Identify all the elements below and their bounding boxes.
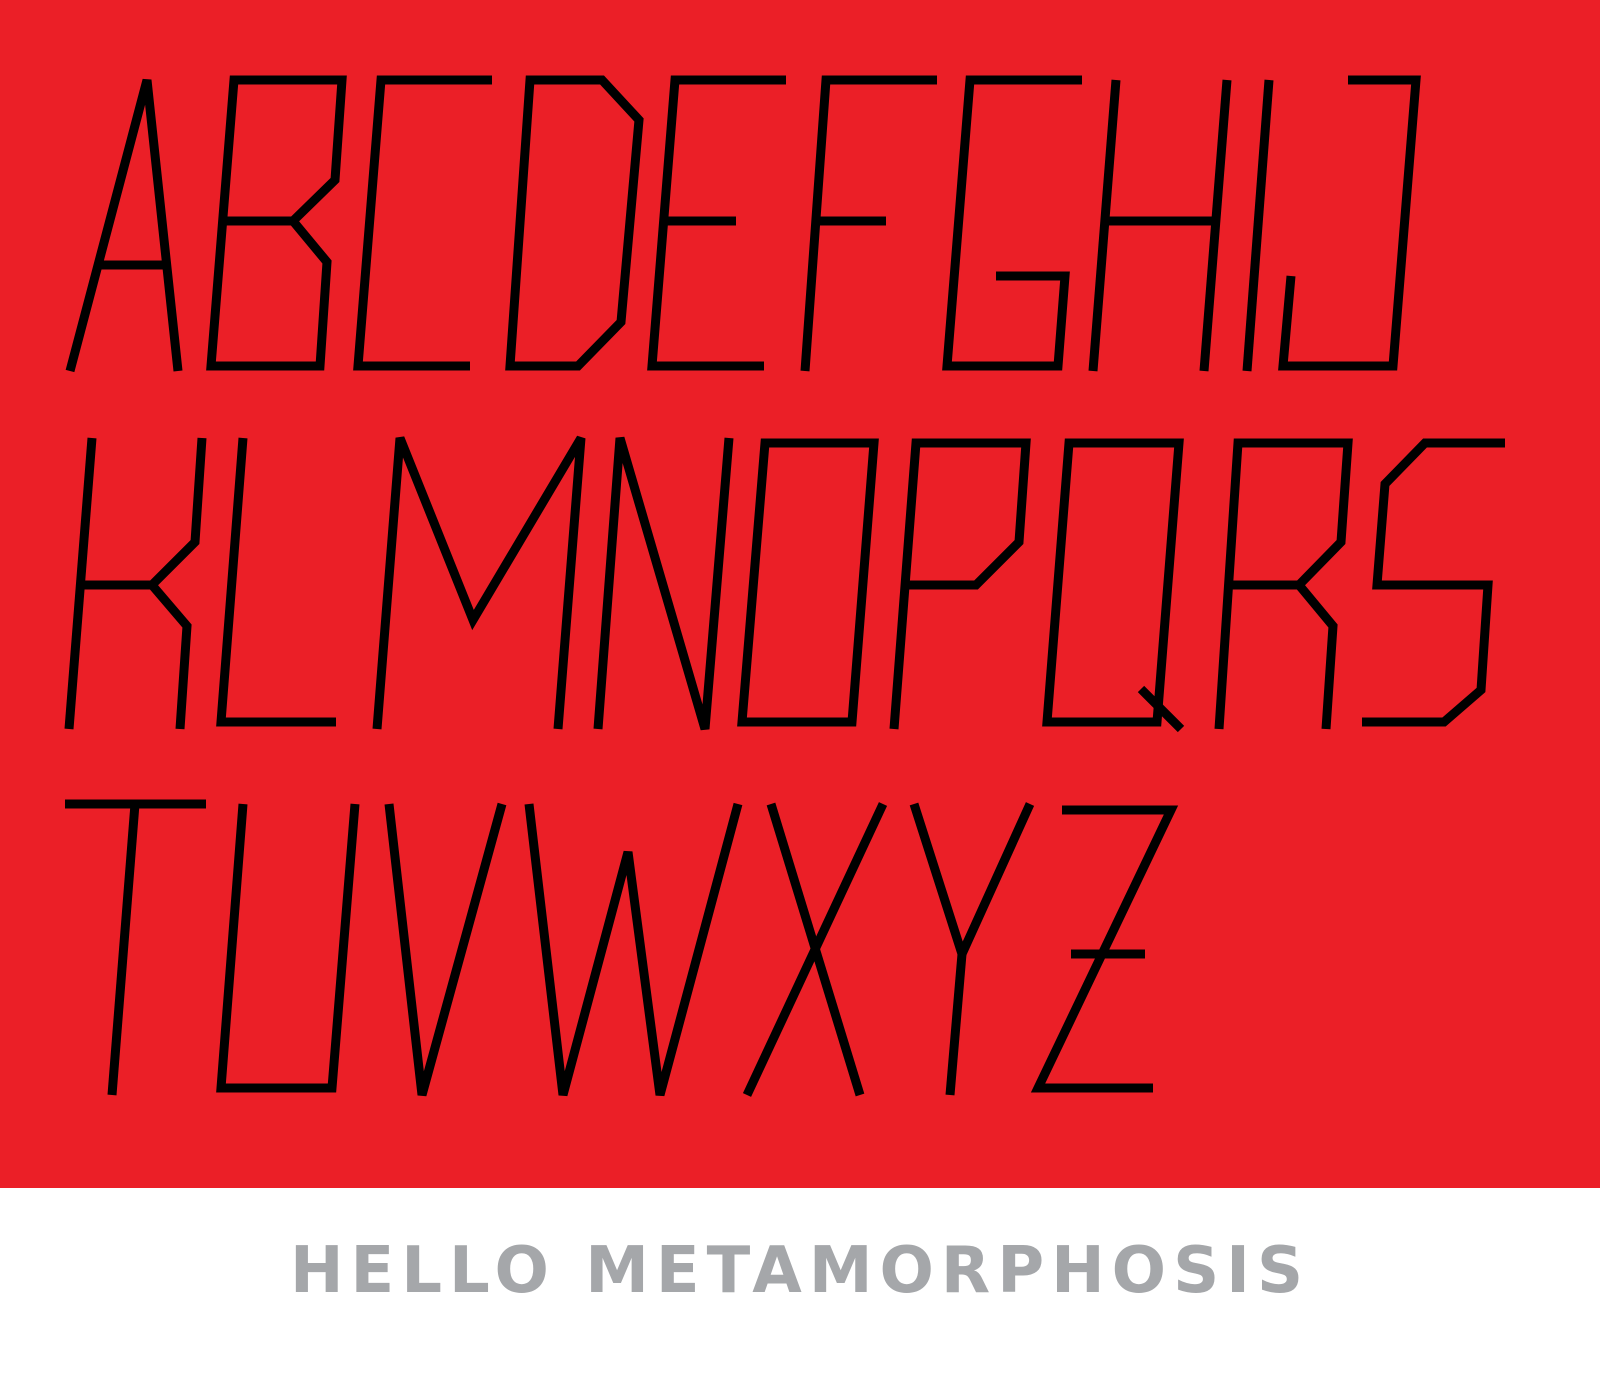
- font-specimen-poster: HELLO METAMORPHOSIS: [0, 0, 1600, 1384]
- caption-bar: HELLO METAMORPHOSIS: [0, 1188, 1600, 1384]
- panel-background: [0, 0, 1600, 1188]
- alphabet-specimen: [0, 0, 1600, 1188]
- caption-title: HELLO METAMORPHOSIS: [289, 1234, 1311, 1308]
- alphabet-panel: [0, 0, 1600, 1188]
